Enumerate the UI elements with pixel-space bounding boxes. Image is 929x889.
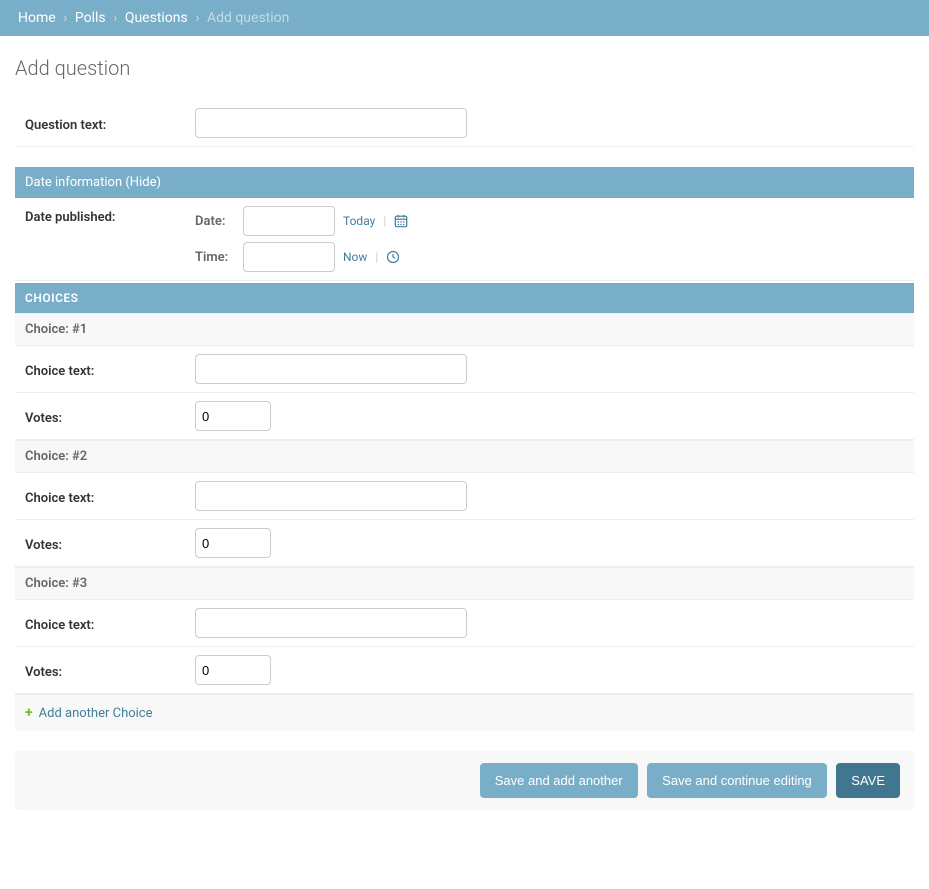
date-information-module: Date information (Hide) Date published: … — [15, 167, 914, 281]
choice-inline: Choice: #1 Choice text: Votes: — [15, 313, 914, 440]
choice-heading: Choice: #2 — [15, 440, 914, 473]
choice-text-label: Choice text: — [25, 487, 195, 506]
choice-votes-label: Votes: — [25, 407, 195, 426]
save-continue-editing-button[interactable] — [647, 763, 827, 798]
time-row: Time: Now | — [195, 242, 408, 272]
breadcrumb: Home › Polls › Questions › Add question — [0, 0, 929, 36]
time-sublabel: Time: — [195, 250, 235, 265]
choice-text-row: Choice text: — [15, 346, 914, 393]
choices-group: CHOICES Choice: #1Choice text:Votes:Choi… — [15, 283, 914, 731]
question-text-label: Question text: — [25, 114, 195, 133]
choice-text-input[interactable] — [195, 354, 467, 384]
calendar-icon[interactable] — [394, 214, 408, 228]
breadcrumb-separator: › — [113, 10, 117, 26]
choice-text-label: Choice text: — [25, 360, 195, 379]
choice-votes-label: Votes: — [25, 534, 195, 553]
choices-header: CHOICES — [15, 283, 914, 313]
choice-inline: Choice: #2 Choice text: Votes: — [15, 440, 914, 567]
choice-inline: Choice: #3 Choice text: Votes: — [15, 567, 914, 694]
choice-votes-row: Votes: — [15, 393, 914, 440]
choice-text-input[interactable] — [195, 608, 467, 638]
breadcrumb-home[interactable]: Home — [18, 10, 56, 26]
choice-heading: Choice: #1 — [15, 313, 914, 346]
date-published-row: Date published: Date: Today | Time: Now … — [15, 198, 914, 281]
breadcrumb-separator: › — [63, 10, 67, 26]
content: Add question Question text: Date informa… — [0, 36, 929, 810]
save-add-another-button[interactable] — [480, 763, 638, 798]
choice-votes-input[interactable] — [195, 655, 271, 685]
choice-text-label: Choice text: — [25, 614, 195, 633]
date-row: Date: Today | — [195, 206, 408, 236]
breadcrumb-questions[interactable]: Questions — [125, 10, 188, 26]
submit-row — [15, 751, 914, 810]
clock-icon[interactable] — [386, 250, 400, 264]
date-information-header: Date information (Hide) — [15, 167, 914, 198]
choice-text-row: Choice text: — [15, 473, 914, 520]
choice-text-row: Choice text: — [15, 600, 914, 647]
pipe-separator: | — [383, 214, 386, 228]
breadcrumb-separator: › — [195, 10, 199, 26]
choice-votes-row: Votes: — [15, 647, 914, 694]
date-information-title: Date information — [25, 175, 125, 190]
breadcrumb-current: Add question — [207, 10, 289, 26]
question-text-row: Question text: — [15, 100, 914, 147]
date-published-label: Date published: — [25, 206, 195, 225]
choice-votes-input[interactable] — [195, 401, 271, 431]
today-link[interactable]: Today — [343, 214, 375, 228]
choice-text-input[interactable] — [195, 481, 467, 511]
date-input[interactable] — [243, 206, 335, 236]
save-button[interactable] — [836, 763, 900, 798]
choice-votes-label: Votes: — [25, 661, 195, 680]
time-input[interactable] — [243, 242, 335, 272]
choice-votes-input[interactable] — [195, 528, 271, 558]
choice-heading: Choice: #3 — [15, 567, 914, 600]
add-another-choice-label: Add another Choice — [39, 706, 153, 721]
date-sublabel: Date: — [195, 214, 235, 229]
date-information-hide-link[interactable]: (Hide) — [125, 175, 161, 190]
pipe-separator: | — [375, 250, 378, 264]
add-another-choice-link[interactable]: + Add another Choice — [25, 706, 153, 721]
now-link[interactable]: Now — [343, 250, 367, 264]
page-title: Add question — [15, 56, 914, 80]
question-text-input[interactable] — [195, 108, 467, 138]
breadcrumb-polls[interactable]: Polls — [75, 10, 106, 26]
plus-icon: + — [25, 706, 33, 720]
add-choice-row: + Add another Choice — [15, 694, 914, 731]
choice-votes-row: Votes: — [15, 520, 914, 567]
